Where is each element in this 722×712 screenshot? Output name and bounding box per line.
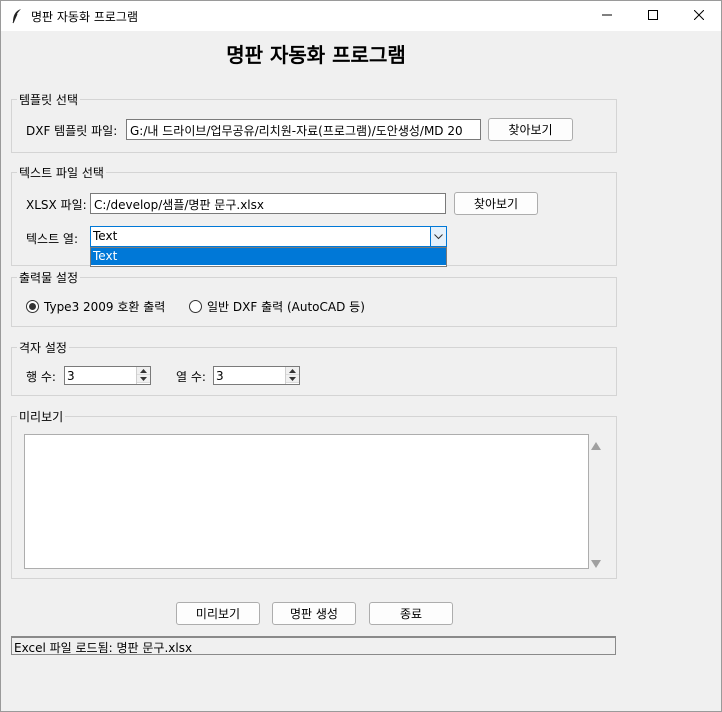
dxf-template-field[interactable]: G:/내 드라이브/업무공유/리치원-자료(프로그램)/도안생성/MD 20 [126, 119, 481, 140]
radio-unselected-icon [189, 300, 202, 313]
cols-up-icon[interactable] [286, 367, 299, 375]
cols-down-icon[interactable] [286, 375, 299, 383]
output-section-legend: 출력물 설정 [19, 271, 79, 285]
xlsx-file-field[interactable]: C:/develop/샘플/명판 문구.xlsx [90, 193, 446, 214]
dxf-template-label: DXF 템플릿 파일: [26, 124, 118, 138]
text-column-dropdown: Text [90, 247, 447, 267]
chevron-down-icon[interactable] [430, 227, 446, 246]
cols-label: 열 수: [176, 370, 206, 384]
app-window: 명판 자동화 프로그램 명판 자동화 프로그램 템플릿 선택 DXF 템플릿 파… [0, 0, 722, 712]
scroll-up-icon[interactable] [591, 439, 601, 453]
type3-output-radio[interactable]: Type3 2009 호환 출력 [26, 298, 165, 315]
cols-value: 3 [216, 369, 224, 383]
xlsx-browse-button[interactable]: 찾아보기 [454, 192, 538, 215]
rows-spinbox[interactable]: 3 [64, 366, 151, 385]
xlsx-file-label: XLSX 파일: [26, 198, 87, 212]
text-column-selected: Text [93, 229, 118, 243]
close-icon [693, 9, 705, 23]
title-bar: 명판 자동화 프로그램 [1, 1, 721, 31]
exit-button[interactable]: 종료 [369, 602, 453, 625]
template-section-legend: 템플릿 선택 [19, 93, 79, 107]
dxf-output-radio[interactable]: 일반 DXF 출력 (AutoCAD 등) [189, 298, 365, 315]
status-bar: Excel 파일 로드됨: 명판 문구.xlsx [11, 636, 616, 655]
type3-output-label: Type3 2009 호환 출력 [44, 300, 166, 314]
scroll-down-icon[interactable] [591, 557, 601, 571]
window-title: 명판 자동화 프로그램 [31, 10, 138, 24]
preview-button[interactable]: 미리보기 [176, 602, 260, 625]
generate-button[interactable]: 명판 생성 [272, 602, 356, 625]
text-column-label: 텍스트 열: [26, 232, 79, 246]
minimize-icon [602, 9, 612, 23]
preview-section-legend: 미리보기 [19, 410, 64, 424]
rows-label: 행 수: [26, 370, 56, 384]
feather-icon [11, 8, 23, 24]
cols-spinbox[interactable]: 3 [213, 366, 300, 385]
rows-value: 3 [67, 369, 75, 383]
text-file-section-legend: 텍스트 파일 선택 [19, 166, 104, 180]
radio-selected-icon [26, 300, 39, 313]
page-title: 명판 자동화 프로그램 [226, 43, 406, 67]
dxf-output-label: 일반 DXF 출력 (AutoCAD 등) [207, 300, 365, 314]
minimize-button[interactable] [584, 1, 630, 31]
grid-section-legend: 격자 설정 [19, 341, 67, 355]
rows-up-icon[interactable] [137, 367, 150, 375]
maximize-button[interactable] [630, 1, 676, 31]
rows-down-icon[interactable] [137, 375, 150, 383]
text-column-select[interactable]: Text [90, 226, 447, 247]
dropdown-option[interactable]: Text [91, 248, 446, 265]
close-button[interactable] [676, 1, 722, 31]
maximize-icon [648, 9, 658, 23]
preview-canvas[interactable] [24, 434, 589, 569]
template-browse-button[interactable]: 찾아보기 [488, 118, 573, 141]
